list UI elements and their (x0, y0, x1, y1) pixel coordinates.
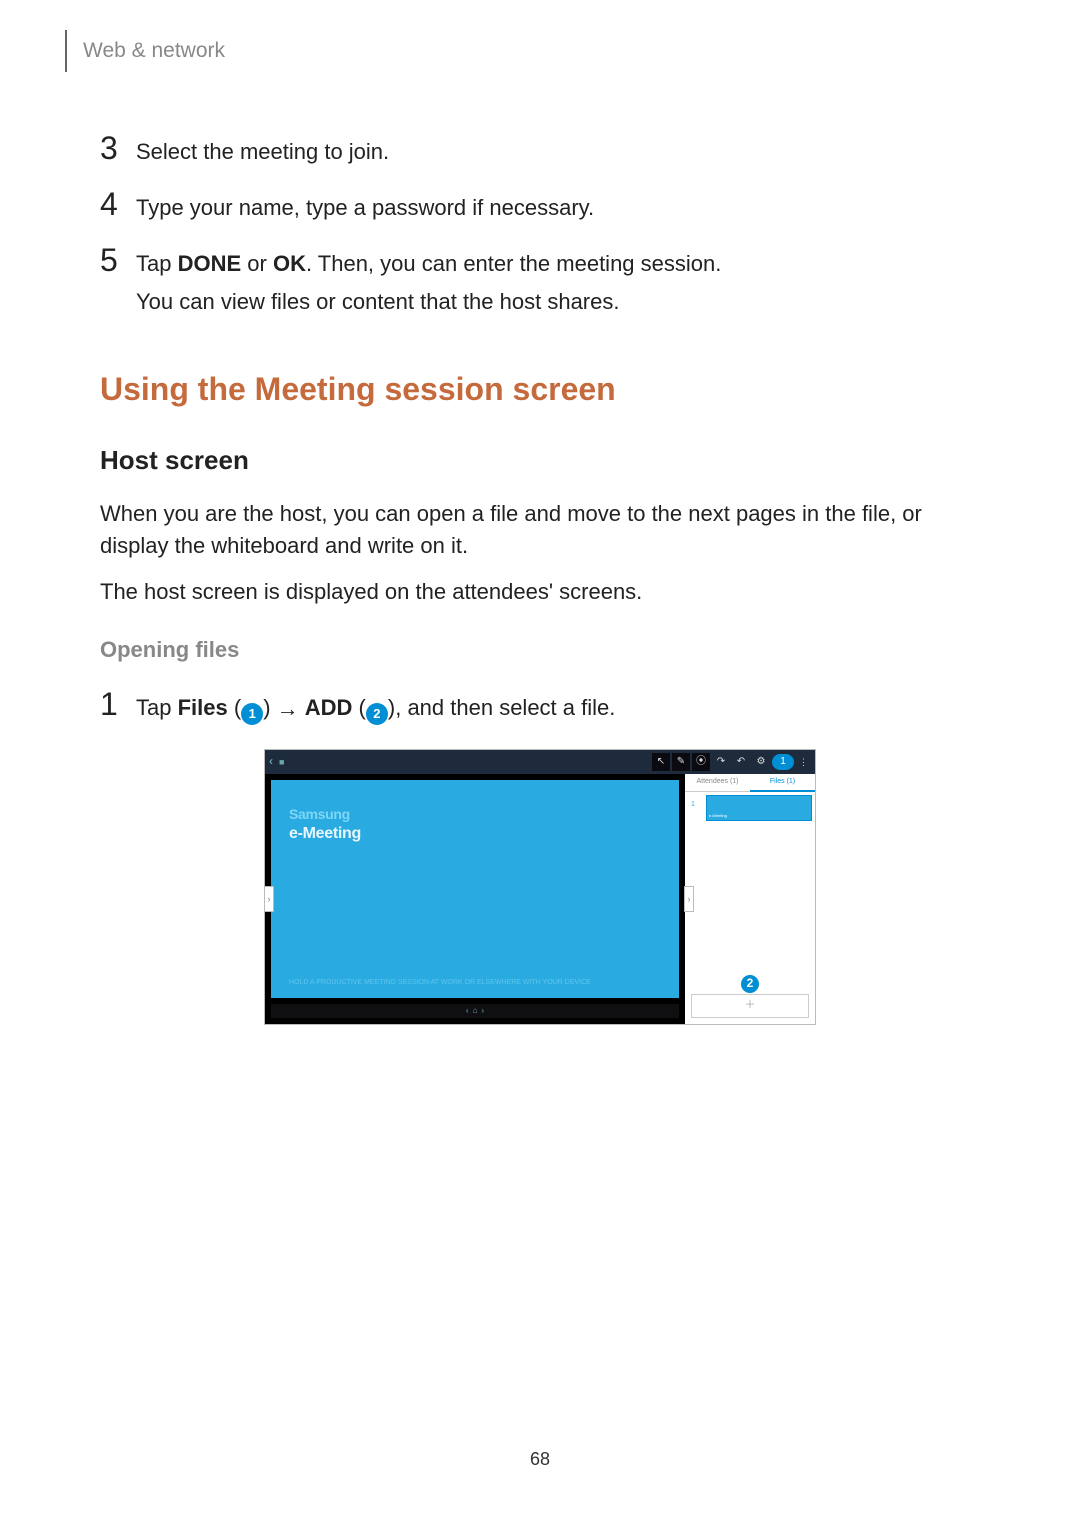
pen-icon[interactable]: ✎ (672, 753, 690, 771)
back-icon[interactable]: ‹ (269, 753, 273, 770)
subsection-heading: Host screen (100, 442, 980, 480)
next-slide-icon[interactable]: › (481, 1005, 484, 1017)
paragraph: The host screen is displayed on the atte… (100, 576, 980, 608)
tab-files[interactable]: Files (1) (750, 774, 815, 792)
step-text: Select the meeting to join. (136, 139, 389, 164)
mock-toolbar: ‹ ■ ↖ ✎ ⦿ ↷ ↶ ⚙ 1 ⋮ (265, 750, 815, 774)
callout-2-icon: 2 (366, 703, 388, 725)
section-heading: Using the Meeting session screen (100, 366, 980, 412)
step-number: 4 (100, 188, 136, 220)
step-text-extra: You can view files or content that the h… (136, 286, 980, 318)
expand-handle-left[interactable]: › (264, 886, 274, 912)
slide-thumbnail[interactable]: e-Meeting (707, 796, 811, 820)
pointer-icon[interactable]: ↖ (652, 753, 670, 771)
prev-slide-icon[interactable]: ‹ (466, 1005, 469, 1017)
step-number: 5 (100, 244, 136, 276)
thumbnail-index: 1 (689, 796, 703, 820)
slide-title-2: e-Meeting (289, 822, 661, 845)
presentation-area: › Samsung e-Meeting HOLD A PRODUCTIVE ME… (265, 774, 685, 1024)
arrow-icon: → (277, 696, 299, 721)
redo-icon[interactable]: ↶ (732, 753, 750, 771)
slide-title-1: Samsung (289, 804, 661, 824)
undo-icon[interactable]: ↷ (712, 753, 730, 771)
host-screen-screenshot: ‹ ■ ↖ ✎ ⦿ ↷ ↶ ⚙ 1 ⋮ › (264, 749, 816, 1025)
step-1: 1 Tap Files (1) → ADD (2), and then sele… (100, 688, 980, 725)
page-number: 68 (0, 1446, 1080, 1472)
settings-icon[interactable]: ⚙ (752, 753, 770, 771)
step-number: 1 (100, 688, 136, 720)
toolbar-title: ■ (279, 756, 284, 769)
subsubsection-heading: Opening files (100, 634, 980, 666)
step-number: 3 (100, 132, 136, 164)
current-slide: Samsung e-Meeting HOLD A PRODUCTIVE MEET… (271, 780, 679, 998)
step-text: Tap Files (1) → ADD (2), and then select… (136, 688, 980, 725)
callout-2-icon: 2 (741, 975, 759, 993)
tab-attendees[interactable]: Attendees (1) (685, 774, 750, 792)
step-3: 3 Select the meeting to join. (100, 132, 980, 168)
slide-nav-bar: ‹ ⌂ › (271, 1004, 679, 1018)
slide-subtitle: HOLD A PRODUCTIVE MEETING SESSION AT WOR… (289, 978, 661, 988)
home-slide-icon[interactable]: ⌂ (473, 1005, 478, 1017)
step-5: 5 Tap DONE or OK. Then, you can enter th… (100, 244, 980, 318)
callout-1-icon: 1 (241, 703, 263, 725)
numbered-steps-opening-files: 1 Tap Files (1) → ADD (2), and then sele… (100, 688, 980, 725)
paragraph: When you are the host, you can open a fi… (100, 498, 980, 562)
page-header: Web & network (65, 30, 980, 72)
step-text: Type your name, type a password if neces… (136, 195, 594, 220)
files-button[interactable]: 1 (772, 754, 794, 770)
step-4: 4 Type your name, type a password if nec… (100, 188, 980, 224)
plus-icon: ＋ (745, 998, 756, 1014)
step-text: Tap DONE or OK. Then, you can enter the … (136, 251, 721, 276)
breadcrumb: Web & network (83, 39, 225, 62)
files-panel: › Attendees (1) Files (1) 1 e-Meeting 2 (685, 774, 815, 1024)
numbered-steps-continued: 3 Select the meeting to join. 4 Type you… (100, 132, 980, 318)
expand-handle-right[interactable]: › (684, 886, 694, 912)
more-icon[interactable]: ⋮ (796, 756, 811, 769)
add-button[interactable]: 2 ＋ (691, 994, 809, 1018)
eraser-icon[interactable]: ⦿ (692, 753, 710, 771)
